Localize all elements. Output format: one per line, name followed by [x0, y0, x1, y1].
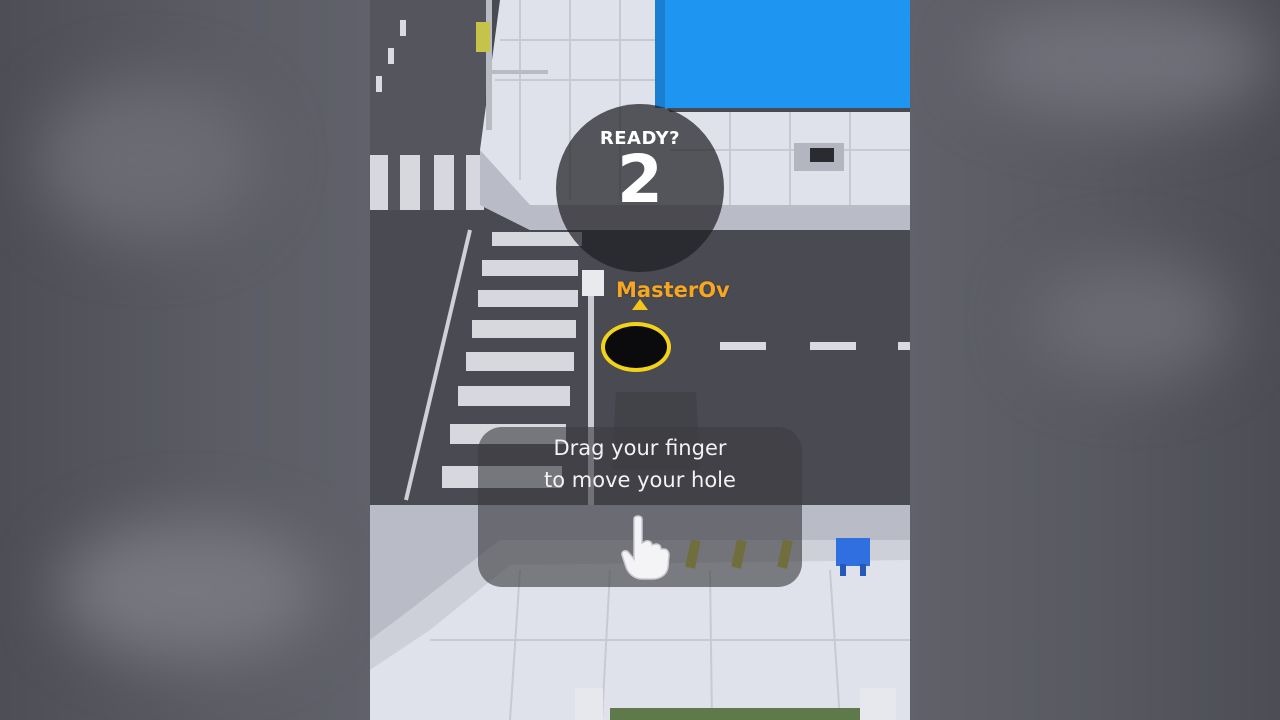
- mailbox-leg: [860, 564, 866, 576]
- countdown-number: 2: [617, 141, 663, 218]
- drain-grate: [810, 148, 834, 162]
- lane-dash: [400, 20, 406, 36]
- lane-dash: [720, 342, 766, 350]
- hedge: [610, 708, 860, 720]
- tutorial-text-line2: to move your hole: [544, 468, 736, 492]
- crosswalk-stripe: [370, 155, 388, 210]
- water-pool: [655, 0, 910, 108]
- ground-light: [860, 688, 896, 720]
- traffic-pole: [486, 0, 492, 130]
- player-hole[interactable]: [601, 322, 671, 372]
- mailbox: [836, 538, 870, 566]
- mailbox-leg: [840, 564, 846, 576]
- pointing-hand-icon: [621, 515, 670, 580]
- lane-dash: [810, 342, 856, 350]
- crosswalk-stripe: [400, 155, 420, 210]
- lane-dash: [376, 76, 382, 92]
- crosswalk-stripe: [434, 155, 454, 210]
- lamp-arm: [488, 70, 548, 74]
- blurred-background-right: [910, 0, 1280, 720]
- blurred-background-left: [0, 0, 370, 720]
- tutorial-text-line1: Drag your finger: [553, 436, 727, 460]
- pedestrian-figure: [582, 270, 604, 296]
- player-marker-icon: [632, 299, 648, 310]
- game-viewport[interactable]: READY? 2 MasterOv Drag your finger to mo…: [370, 0, 910, 720]
- background-blur-shape: [1030, 260, 1230, 380]
- ground-light: [575, 688, 603, 720]
- background-blur-shape: [60, 520, 320, 660]
- pool-edge: [655, 0, 665, 108]
- lane-dash: [898, 342, 910, 350]
- background-blur-shape: [970, 0, 1270, 120]
- lane-dash: [388, 48, 394, 64]
- background-blur-shape: [40, 80, 260, 240]
- traffic-light: [476, 22, 490, 52]
